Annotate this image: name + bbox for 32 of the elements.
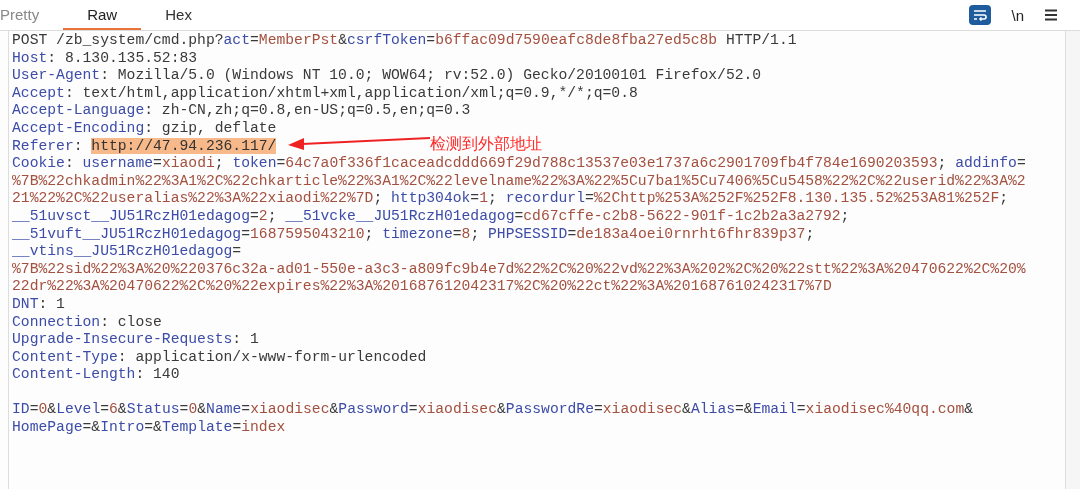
code-line: Host: 8.130.135.52:83 <box>12 49 198 68</box>
code-line: User-Agent: Mozilla/5.0 (Windows NT 10.0; WOW64; rv:52.0) Gecko/20100101 Firefox/52.0 <box>12 67 762 85</box>
view-tab[interactable]: Pretty <box>0 0 64 30</box>
code-line: __51vuft__JU51RczH01edagog=1687595043210; timezone=8; PHPSESSID=de183a4oei0rnrht6fhr839p37; <box>12 225 815 244</box>
code-line: Connection: close <box>12 313 162 332</box>
wrap-icon <box>973 9 988 21</box>
code-line: DNT: 1 <box>12 295 65 314</box>
code-line: Content-Length: 140 <box>12 366 180 384</box>
code-line: %7B%22sid%22%3A%20%220376c32a-ad01-550e-a3c3-a809fc9b4e7d%22%2C%20%22vd%22%3A%202%2C%20%22stt%22%3A%20470622%2C%20% <box>12 260 1026 279</box>
code-line: Content-Type: application/x-www-form-urlencoded <box>12 348 427 367</box>
wrap-lines-button[interactable] <box>969 5 992 25</box>
code-line: ID=0&Level=6&Status=0&Name=xiaodisec&Password=xiaodisec&PasswordRe=xiaodisec&Alias=&Email=xiaodisec%40qq.com& <box>12 401 974 420</box>
code-line: Accept-Language: zh-CN,zh;q=0.8,en-US;q=0.5,en;q=0.3 <box>12 102 471 120</box>
annotation-text: 检测到外部地址 <box>430 134 542 155</box>
code-line: Referer: http://47.94.236.117/ <box>12 137 277 156</box>
scrollbar[interactable] <box>1065 31 1080 489</box>
arrow-icon <box>288 135 430 151</box>
code-line: HomePage=&Intro=&Template=index <box>12 419 286 437</box>
view-tab[interactable]: Raw <box>63 0 142 30</box>
menu-icon[interactable] <box>1044 9 1058 21</box>
view-tab[interactable]: Hex <box>141 0 216 30</box>
code-line: 22dr%22%3A%20470622%2C%20%22expires%22%3A%201687612042317%2C%20%22ct%22%3A%201687610242317%7D <box>12 278 832 296</box>
code-line: Accept: text/html,application/xhtml+xml,application/xml;q=0.9,*/*;q=0.8 <box>12 84 638 103</box>
code-line: POST /zb_system/cmd.php?act=MemberPst&csrfToken=b6ffac09d7590eafc8de8fba27ed5c8b HTTP/1.1 <box>12 32 797 50</box>
code-line: Accept-Encoding: gzip, deflate <box>12 119 277 138</box>
code-line: Cookie: username=xiaodi; token=64c7a0f336f1caceadcddd669f29d788c13537e03e1737a6c2901709fb4f784e1690203593; addinfo= <box>12 155 1026 173</box>
code-line: __vtins__JU51RczH01edagog= <box>12 243 242 261</box>
newline-toggle[interactable]: \n <box>1007 6 1028 24</box>
code-line: %7B%22chkadmin%22%3A1%2C%22chkarticle%22%3A1%2C%22levelname%22%3A%22%5Cu7ba1%5Cu7406%5Cu5458%22%2C%22userid%22%3A%2 <box>12 172 1026 191</box>
code-line: __51uvsct__JU51RczH01edagog=2; __51vcke__JU51RczH01edagog=cd67cffe-c2b8-5622-901f-1c2b2a3a2792; <box>12 207 850 226</box>
code-line: 21%22%2C%22useralias%22%3A%22xiaodi%22%7D; http304ok=1; recordurl=%2Chttp%253A%252F%252F8.130.135.52%253A81%252F; <box>12 190 1009 208</box>
code-line: Upgrade-Insecure-Requests: 1 <box>12 331 259 349</box>
